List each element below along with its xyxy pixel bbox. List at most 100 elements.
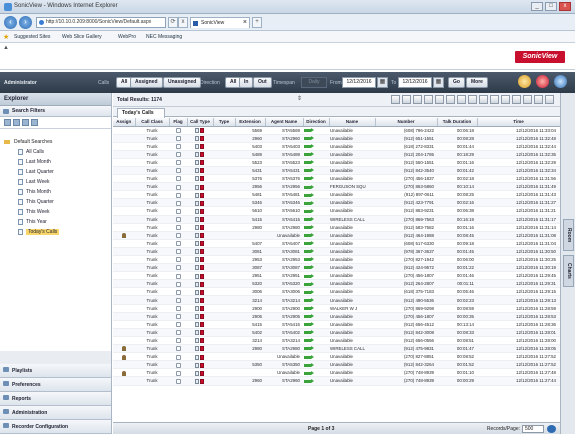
flag-checkbox-icon[interactable] [175,184,181,190]
flag-checkbox-icon[interactable] [175,362,181,368]
settings-icon[interactable] [545,95,554,104]
table-row[interactable]: Trunk 5407 STA5407 Unavailable (608) 517-633… [113,239,560,248]
tree-item-this-month[interactable]: This Month [0,187,111,197]
filter-results-icon[interactable] [523,95,532,104]
flag-checkbox-icon[interactable] [175,346,181,352]
flag-checkbox-icon[interactable] [175,127,181,133]
flag-checkbox-icon[interactable] [175,297,181,303]
column-header[interactable]: Extension [235,118,266,127]
fav-nec-messaging[interactable]: NEC Messaging [146,34,182,40]
download-icon[interactable] [402,95,411,104]
refresh-icon[interactable]: ⟳ [168,17,178,28]
tree-item-last-week[interactable]: Last Week [0,177,111,187]
flag-checkbox-icon[interactable] [175,314,181,320]
column-header[interactable]: Name [329,118,376,127]
to-calendar-icon[interactable]: ▦ [433,77,444,88]
table-row[interactable]: Trunk 2960 STA2960 Unavailable (912) 651-155… [113,134,560,143]
tree-item-todays-calls[interactable]: Today's Calls [0,227,111,237]
flag-checkbox-icon[interactable] [175,370,181,376]
table-row[interactable]: Trunk 2980 STA2980 WIRELESS CALL (912) 475-9… [113,344,560,354]
maximize-button[interactable]: □ [545,2,557,11]
calls-unassigned-button[interactable]: Unassigned [163,77,202,88]
tree-item-last-quarter[interactable]: Last Quarter [0,167,111,177]
table-row[interactable]: Trunk Unavailable Unavailable (270) 827-885… [113,352,560,362]
section-recorder-configuration[interactable]: Recorder Configuration [0,420,111,434]
tree-item-last-month[interactable]: Last Month [0,157,111,167]
flag-checkbox-icon[interactable] [175,378,181,384]
flag-checkbox-icon[interactable] [175,338,181,344]
assign-icon[interactable] [446,95,455,104]
table-row[interactable]: Trunk 2956 STA2956 FERGUSON SQU (270) 863-58… [113,182,560,192]
flag-checkbox-icon[interactable] [175,265,181,271]
email-icon[interactable] [413,95,422,104]
tab-todays-calls[interactable]: Today's Calls [117,108,165,118]
flag-checkbox-icon[interactable] [175,152,181,158]
flag-checkbox-icon[interactable] [175,330,181,336]
default-searches-folder[interactable]: Default Searches [0,137,111,147]
table-row[interactable]: Trunk 5523 STA5523 Unavailable (912) 550-155… [113,158,560,167]
flag-checkbox-icon[interactable] [175,225,181,231]
tab-charts[interactable]: Charts [563,255,574,287]
section-preferences[interactable]: Preferences [0,378,111,392]
new-tab-icon[interactable]: + [252,17,262,28]
tree-item-all-calls[interactable]: All Calls [0,147,111,157]
table-row[interactable]: Trunk 2900 STA2900 WALKER W J (270) 869-9298… [113,304,560,313]
section-playlists[interactable]: Playlists [0,364,111,378]
help-icon[interactable] [536,75,549,88]
tab-room[interactable]: Room [563,219,574,251]
table-row[interactable]: Trunk 3214 STA3214 Unavailable (912) 656-055… [113,336,560,346]
table-row[interactable]: Trunk 2980 STA2980 Unavailable (912) 583-758… [113,223,560,232]
new-search-icon[interactable] [4,119,11,126]
tree-item-this-quarter[interactable]: This Quarter [0,197,111,207]
timespan-select[interactable]: Daily [301,77,327,88]
flag-checkbox-icon[interactable] [175,281,181,287]
table-row[interactable]: Trunk 2953 STA2953 Unavailable (270) 827-194… [113,255,560,265]
flag-checkbox-icon[interactable] [175,233,181,239]
more-button[interactable]: More [466,77,488,88]
table-row[interactable]: Trunk 5489 STA5489 Unavailable (912) 204-178… [113,150,560,159]
table-row[interactable]: Trunk 5610 STA5610 Unavailable (912) 863-923… [113,206,560,216]
flag-checkbox-icon[interactable] [175,273,181,279]
refresh-results-icon[interactable] [534,95,543,104]
fav-web-slice-gallery[interactable]: Web Slice Gallery [62,34,102,40]
forward-icon[interactable]: › [19,16,32,29]
table-row[interactable]: Trunk 5320 STA5320 Unavailable (912) 264-280… [113,279,560,289]
table-row[interactable]: Trunk 5346 STA5346 Unavailable (912) 423-779… [113,198,560,208]
search-filters-header[interactable]: Search Filters [0,106,111,117]
logout-icon[interactable] [554,75,567,88]
minimize-button[interactable]: _ [531,2,543,11]
collapse-arrows-icon[interactable]: ⇕ [297,95,302,102]
table-row[interactable]: Trunk 5431 STA5431 Unavailable (912) 842-354… [113,166,560,176]
column-header[interactable]: Talk Duration [437,118,478,127]
column-header[interactable]: Call Class [135,118,170,127]
column-header[interactable]: Number [375,118,438,127]
records-per-page-select[interactable]: 500 [522,425,544,433]
column-header[interactable]: Call Type [187,118,214,127]
from-calendar-icon[interactable]: ▦ [377,77,388,88]
table-row[interactable]: Trunk 5403 STA5403 Unavailable (618) 272-833… [113,142,560,151]
flag-checkbox-icon[interactable] [175,168,181,174]
column-header[interactable]: Flag [169,118,188,127]
flag-checkbox-icon[interactable] [175,216,181,222]
flag-checkbox-icon[interactable] [175,241,181,247]
close-window-button[interactable]: x [559,2,571,11]
flag-checkbox-icon[interactable] [175,200,181,206]
stop-icon[interactable]: x [178,17,188,28]
close-tab-icon[interactable]: × [243,18,247,28]
section-administration[interactable]: Administration [0,406,111,420]
to-date-input[interactable]: 12/12/2016 [398,77,432,88]
table-row[interactable]: Trunk 3087 STA3087 Unavailable (912) 424-957… [113,263,560,273]
flag-checkbox-icon[interactable] [175,305,181,311]
flag-checkbox-icon[interactable] [175,208,181,214]
direction-in-button[interactable]: In [239,77,254,88]
play-icon[interactable] [391,95,400,104]
section-reports[interactable]: Reports [0,392,111,406]
delete-search-icon[interactable] [22,119,29,126]
table-row[interactable]: Trunk 5481 STA5481 Unavailable (912) 897-061… [113,190,560,200]
table-row[interactable]: Trunk 5415 STA5415 WIRELESS CALL (270) 869-7… [113,215,560,224]
table-row[interactable]: Trunk 5402 STA5402 Unavailable (912) 842-300… [113,328,560,337]
table-row[interactable]: Trunk 3006 STA3006 Unavailable (618) 375-718… [113,287,560,297]
calls-assigned-button[interactable]: Assigned [130,77,163,88]
flag-checkbox-icon[interactable] [175,192,181,198]
table-row[interactable]: Trunk 3081 STA3081 Unavailable (978) 367-363… [113,247,560,257]
